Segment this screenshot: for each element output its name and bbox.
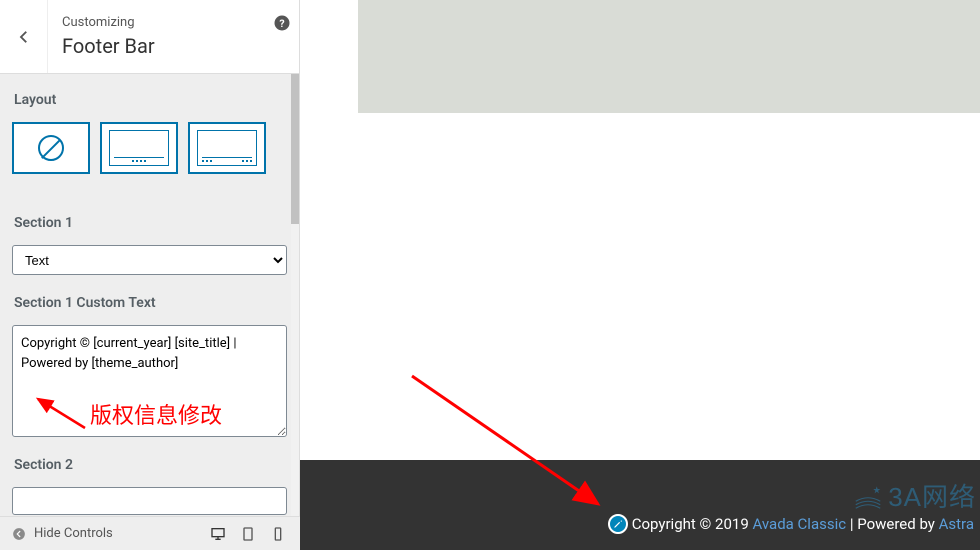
chevron-left-icon — [15, 28, 33, 46]
svg-text:?: ? — [279, 17, 284, 30]
collapse-icon — [12, 527, 26, 541]
panel-header: Customizing Footer Bar ? — [0, 0, 299, 74]
panel-title: Footer Bar — [62, 34, 251, 58]
edit-shortcut-button[interactable] — [608, 514, 628, 534]
layout-option-split[interactable] — [188, 122, 266, 174]
no-icon — [38, 135, 64, 161]
breadcrumb: Customizing — [62, 15, 251, 30]
copyright-text: Copyright © 2019 Avada Classic | Powered… — [632, 515, 974, 533]
help-button[interactable]: ? — [265, 0, 299, 73]
site-title-link[interactable]: Avada Classic — [752, 515, 846, 533]
preview-content-placeholder — [358, 0, 980, 113]
section1-select[interactable]: Text — [12, 245, 287, 275]
hide-controls-button[interactable]: Hide Controls — [0, 526, 196, 541]
device-buttons — [196, 526, 300, 542]
layout-option-single[interactable] — [100, 122, 178, 174]
back-button[interactable] — [0, 0, 48, 73]
section1-custom-text-label: Section 1 Custom Text — [0, 285, 299, 325]
globe-icon — [854, 482, 882, 510]
watermark: 3A网络 — [854, 477, 976, 514]
layout-options — [0, 122, 299, 184]
desktop-icon[interactable] — [210, 526, 226, 542]
preview-footer: 3A网络 Copyright © 2019 Avada Classic | Po… — [300, 460, 980, 550]
pencil-icon — [613, 519, 623, 529]
layout-label: Layout — [0, 74, 299, 122]
section2-label: Section 2 — [0, 451, 299, 487]
panel-footer: Hide Controls — [0, 516, 300, 550]
section1-label: Section 1 — [0, 197, 299, 245]
scrollbar[interactable] — [291, 74, 299, 516]
watermark-text: 3A网络 — [888, 477, 976, 514]
preview-pane: 3A网络 Copyright © 2019 Avada Classic | Po… — [300, 0, 980, 550]
tablet-icon[interactable] — [240, 526, 256, 542]
layout-option-disabled[interactable] — [12, 122, 90, 174]
panel-body: Layout Section 1 Text Section 1 Custom T… — [0, 74, 299, 550]
theme-author-link[interactable]: Astra — [939, 515, 974, 533]
hide-controls-label: Hide Controls — [34, 526, 113, 541]
help-icon: ? — [273, 14, 291, 32]
section1-textarea[interactable] — [12, 325, 287, 437]
mobile-icon[interactable] — [270, 526, 286, 542]
section2-select[interactable] — [12, 487, 287, 515]
